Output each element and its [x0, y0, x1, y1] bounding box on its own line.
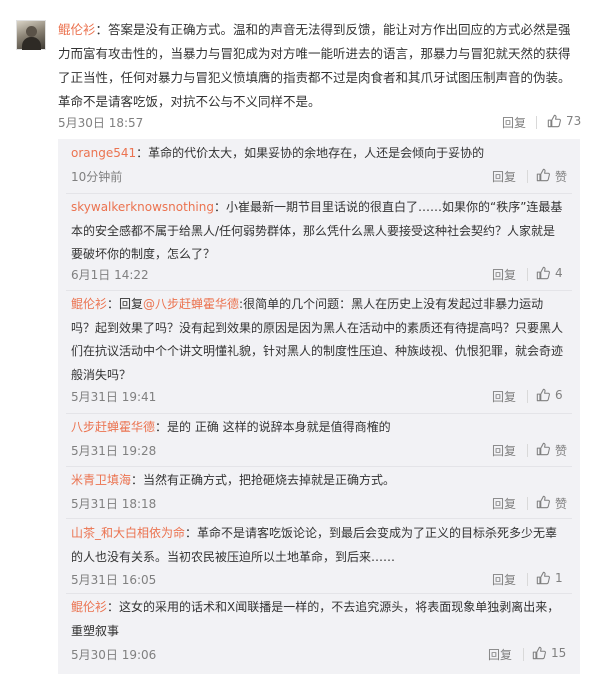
- avatar[interactable]: [16, 20, 46, 50]
- thumbs-up-icon[interactable]: [536, 571, 550, 585]
- thumbs-up-icon[interactable]: [536, 266, 550, 280]
- like-count: 6: [555, 388, 563, 402]
- reply-text: ：革命的代价太大，如果妥协的余地存在，人还是会倾向于妥协的: [136, 146, 485, 160]
- thumbs-up-icon[interactable]: [532, 646, 546, 660]
- reply-prefix: ：回复: [107, 297, 144, 311]
- like-count: 15: [551, 646, 567, 660]
- reply-text: ：当然有正确方式，把抢砸烧去掉就是正确方式。: [131, 473, 396, 487]
- like-count: 73: [566, 114, 582, 128]
- reply-time: 5月30日 19:06: [71, 648, 157, 662]
- divider: [527, 497, 528, 510]
- reply-username[interactable]: 鲲伦衫: [71, 297, 107, 311]
- reply-time: 5月31日 19:41: [71, 390, 157, 404]
- divider: [527, 170, 528, 183]
- comment-time: 5月30日 18:57: [58, 116, 144, 130]
- main-comment: 鲲伦衫：答案是没有正确方式。温和的声音无法得到反馈，能让对方作出回应的方式必然是…: [0, 0, 597, 130]
- reply-button[interactable]: 回复: [492, 495, 516, 512]
- reply-divider: [66, 466, 572, 467]
- reply-text: ：这女的采用的话术和X闻联播是一样的，不去追究源头，将表面现象单独剥离出来，重塑…: [71, 600, 560, 638]
- reply-time: 5月31日 18:18: [71, 497, 157, 511]
- thumbs-up-icon[interactable]: [547, 114, 561, 128]
- reply-mention[interactable]: @八步赶蝉霍华德: [143, 297, 239, 311]
- reply-divider: [66, 193, 572, 194]
- reply-button[interactable]: 回复: [488, 646, 512, 663]
- thumbs-up-icon[interactable]: [536, 168, 550, 182]
- thumbs-up-icon[interactable]: [536, 495, 550, 509]
- reply-username[interactable]: 米青卫填海: [71, 473, 131, 487]
- like-count: 4: [555, 266, 563, 280]
- reply-username[interactable]: 八步赶蝉霍华德: [71, 420, 155, 434]
- reply-text: ：是的 正确 这样的说辞本身就是值得商榷的: [155, 420, 391, 434]
- like-count: 赞: [555, 497, 568, 511]
- reply-time: 5月31日 16:05: [71, 573, 157, 587]
- reply-divider: [66, 518, 572, 519]
- reply-time: 10分钟前: [71, 170, 123, 184]
- reply-username[interactable]: orange541: [71, 146, 136, 160]
- reply-body: 鲲伦衫：回复@八步赶蝉霍华德:很简单的几个问题：黑人在历史上没有发起过非暴力运动…: [71, 293, 566, 387]
- reply-body: 山茶_和大白相依为命：革命不是请客吃饭论论，到最后会变成为了正义的目标杀死多少无…: [71, 522, 566, 569]
- comment-username[interactable]: 鲲伦衫: [58, 22, 96, 37]
- reply-list: orange541：革命的代价太大，如果妥协的余地存在，人还是会倾向于妥协的 1…: [58, 139, 580, 674]
- thumbs-up-icon[interactable]: [536, 388, 550, 402]
- reply-username[interactable]: skywalkerknowsnothing: [71, 200, 214, 214]
- divider: [527, 390, 528, 403]
- reply-username[interactable]: 山茶_和大白相依为命: [71, 526, 185, 540]
- divider: [536, 116, 537, 129]
- reply-button[interactable]: 回复: [502, 114, 526, 131]
- reply-body: orange541：革命的代价太大，如果妥协的余地存在，人还是会倾向于妥协的: [71, 142, 566, 166]
- reply-time: 5月31日 19:28: [71, 444, 157, 458]
- divider: [523, 648, 524, 661]
- reply-body: 米青卫填海：当然有正确方式，把抢砸烧去掉就是正确方式。: [71, 469, 566, 493]
- reply-username[interactable]: 鲲伦衫: [71, 600, 107, 614]
- reply-body: skywalkerknowsnothing：小崔最新一期节目里话说的很直白了………: [71, 196, 566, 267]
- reply-divider: [66, 413, 572, 414]
- thumbs-up-icon[interactable]: [536, 442, 550, 456]
- divider: [527, 268, 528, 281]
- reply-divider: [66, 593, 572, 594]
- reply-divider: [66, 290, 572, 291]
- reply-button[interactable]: 回复: [492, 571, 516, 588]
- reply-button[interactable]: 回复: [492, 388, 516, 405]
- like-count: 赞: [555, 170, 568, 184]
- comment-body: 鲲伦衫：答案是没有正确方式。温和的声音无法得到反馈，能让对方作出回应的方式必然是…: [58, 18, 580, 114]
- divider: [527, 444, 528, 457]
- reply-button[interactable]: 回复: [492, 168, 516, 185]
- reply-body: 鲲伦衫：这女的采用的话术和X闻联播是一样的，不去追究源头，将表面现象单独剥离出来…: [71, 596, 566, 643]
- like-count: 赞: [555, 444, 568, 458]
- comment-text: ：答案是没有正确方式。温和的声音无法得到反馈，能让对方作出回应的方式必然是强力而…: [58, 22, 571, 109]
- reply-time: 6月1日 14:22: [71, 268, 149, 282]
- like-count: 1: [555, 571, 563, 585]
- reply-body: 八步赶蝉霍华德：是的 正确 这样的说辞本身就是值得商榷的: [71, 416, 566, 440]
- reply-button[interactable]: 回复: [492, 266, 516, 283]
- reply-button[interactable]: 回复: [492, 442, 516, 459]
- divider: [527, 573, 528, 586]
